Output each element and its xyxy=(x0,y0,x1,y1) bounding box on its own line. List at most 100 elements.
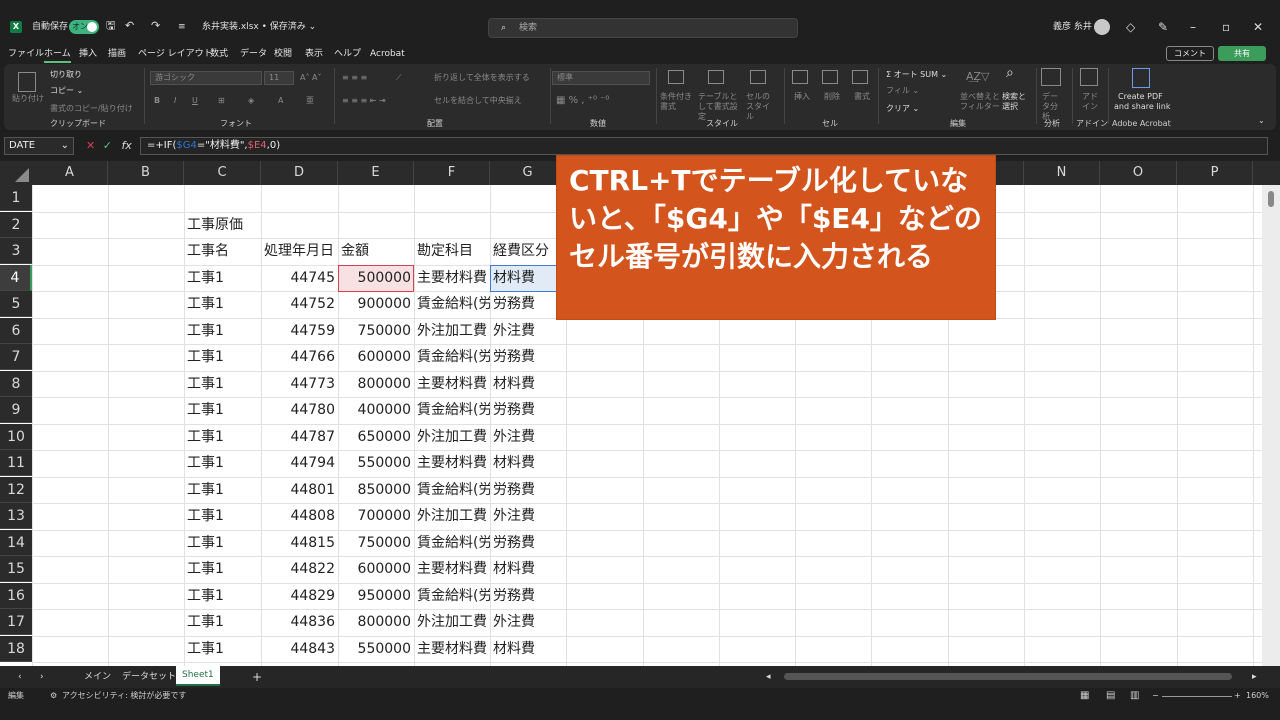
create-pdf-line1[interactable]: Create PDF xyxy=(1118,92,1163,102)
cell-amount[interactable]: 700000 xyxy=(338,503,414,529)
cell-amount[interactable]: 650000 xyxy=(338,424,414,450)
cell-project[interactable]: 工事1 xyxy=(184,556,261,582)
cancel-icon[interactable]: ✕ xyxy=(86,139,95,152)
cell-amount[interactable]: 900000 xyxy=(338,291,414,317)
cell-amount[interactable]: 750000 xyxy=(338,318,414,344)
cell-amount[interactable]: 550000 xyxy=(338,636,414,662)
number-format-icons[interactable]: ▦ % , ⁺⁰ ⁻⁰ xyxy=(556,96,609,106)
cell-account[interactable]: 主要材料費 xyxy=(414,636,490,662)
format-cells-button[interactable]: 書式 xyxy=(854,92,870,102)
cell-project[interactable]: 工事1 xyxy=(184,265,261,291)
find-select-button[interactable]: 検索と選択 xyxy=(1002,92,1032,112)
font-color-icon[interactable]: A xyxy=(278,96,283,106)
row-header-3[interactable]: 3 xyxy=(0,238,32,264)
pen-icon[interactable]: ✎ xyxy=(1158,19,1168,35)
orientation-icon[interactable]: ⟋ xyxy=(396,73,402,83)
search-box[interactable]: ⌕ 検索 xyxy=(488,18,798,38)
cell-category[interactable]: 外注費 xyxy=(490,503,566,529)
cell-account[interactable]: 外注加工費 xyxy=(414,503,490,529)
row-header-14[interactable]: 14 xyxy=(0,529,32,556)
row-header-7[interactable]: 7 xyxy=(0,344,32,370)
bold-icon[interactable]: B xyxy=(154,96,160,106)
cell-date[interactable]: 44759 xyxy=(261,318,338,344)
cell-styles-icon[interactable] xyxy=(750,70,766,84)
column-header-o[interactable]: O xyxy=(1100,161,1177,185)
column-header-c[interactable]: C xyxy=(184,161,261,185)
insert-function-icon[interactable]: fx xyxy=(121,139,131,152)
header-cell[interactable]: 処理年月日 xyxy=(261,238,338,264)
file-name[interactable]: 糸井実装.xlsx • 保存済み ⌄ xyxy=(202,20,316,34)
cell-category[interactable]: 労務費 xyxy=(490,530,566,556)
format-painter-button[interactable]: 書式のコピー/貼り付け xyxy=(50,104,133,114)
border-icon[interactable]: ⊞ xyxy=(218,96,225,106)
cell-project[interactable]: 工事1 xyxy=(184,503,261,529)
close-icon[interactable]: ✕ xyxy=(1253,19,1263,35)
cell-date[interactable]: 44794 xyxy=(261,450,338,476)
cell-account[interactable]: 外注加工費 xyxy=(414,609,490,635)
cell-project[interactable]: 工事1 xyxy=(184,530,261,556)
cell-account[interactable]: 賃金給料(労 xyxy=(414,344,490,370)
normal-view-icon[interactable]: ▦ xyxy=(1080,690,1089,702)
cell-account[interactable]: 賃金給料(労 xyxy=(414,477,490,503)
zoom-level[interactable]: 160% xyxy=(1246,690,1269,702)
number-format-select[interactable]: 標準 xyxy=(552,71,650,85)
cell-account[interactable]: 外注加工費 xyxy=(414,424,490,450)
row-header-5[interactable]: 5 xyxy=(0,291,32,317)
scrollbar-thumb[interactable] xyxy=(1268,191,1274,207)
cell-category[interactable]: 材料費 xyxy=(490,371,566,397)
cell-amount[interactable]: 500000 xyxy=(338,265,414,291)
clear-button[interactable]: クリア ⌄ xyxy=(886,104,919,114)
cell-date[interactable]: 44766 xyxy=(261,344,338,370)
cell-account[interactable]: 外注加工費 xyxy=(414,318,490,344)
wrap-text-button[interactable]: 折り返して全体を表示する xyxy=(434,73,530,83)
cell-date[interactable]: 44780 xyxy=(261,397,338,423)
cell-date[interactable]: 44745 xyxy=(261,265,338,291)
menu-insert[interactable]: 挿入 xyxy=(79,48,97,60)
cell-account[interactable]: 主要材料費 xyxy=(414,371,490,397)
addins-button[interactable]: アドイン xyxy=(1082,92,1100,112)
cell-account[interactable]: 賃金給料(労 xyxy=(414,291,490,317)
fill-button[interactable]: フィル ⌄ xyxy=(886,86,919,96)
column-header-d[interactable]: D xyxy=(261,161,338,185)
cell-amount[interactable]: 950000 xyxy=(338,583,414,609)
hscroll-right-icon[interactable]: ▸ xyxy=(1252,669,1257,685)
cell-date[interactable]: 44815 xyxy=(261,530,338,556)
row-header-13[interactable]: 13 xyxy=(0,503,32,529)
cell-project[interactable]: 工事1 xyxy=(184,424,261,450)
autosum-button[interactable]: Σ オート SUM ⌄ xyxy=(886,70,947,80)
row-header-2[interactable]: 2 xyxy=(0,211,32,238)
row-header-9[interactable]: 9 xyxy=(0,397,32,423)
delete-cells-button[interactable]: 削除 xyxy=(824,92,840,102)
paste-button[interactable]: 貼り付け xyxy=(12,94,44,104)
cell-amount[interactable]: 800000 xyxy=(338,609,414,635)
minimize-icon[interactable]: – xyxy=(1190,19,1196,35)
formula-input[interactable]: =+IF($G4="材料費",$E4,0) xyxy=(140,137,1268,155)
cell-amount[interactable]: 750000 xyxy=(338,530,414,556)
italic-icon[interactable]: I xyxy=(174,96,176,106)
diamond-icon[interactable]: ◇ xyxy=(1126,19,1135,35)
tab-scroll-right-icon[interactable]: › xyxy=(40,669,44,685)
cell-amount[interactable]: 600000 xyxy=(338,344,414,370)
format-table-icon[interactable] xyxy=(708,70,724,84)
cell-project[interactable]: 工事1 xyxy=(184,291,261,317)
page-layout-view-icon[interactable]: ▤ xyxy=(1106,690,1115,702)
cell-amount[interactable]: 850000 xyxy=(338,477,414,503)
quick-access-menu-icon[interactable]: ≡ xyxy=(178,20,186,34)
column-header-n[interactable]: N xyxy=(1024,161,1100,185)
cell-date[interactable]: 44801 xyxy=(261,477,338,503)
cell-category[interactable]: 材料費 xyxy=(490,556,566,582)
page-break-view-icon[interactable]: ▥ xyxy=(1130,690,1139,702)
cell-category[interactable]: 外注費 xyxy=(490,609,566,635)
menu-formulas[interactable]: 数式 xyxy=(210,48,228,60)
cell-category[interactable]: 外注費 xyxy=(490,424,566,450)
user-name[interactable]: 義彦 糸井 xyxy=(1053,20,1092,34)
cell-category[interactable]: 労務費 xyxy=(490,583,566,609)
font-name-select[interactable]: 游ゴシック xyxy=(150,71,262,85)
cell-date[interactable]: 44787 xyxy=(261,424,338,450)
row-header-15[interactable]: 15 xyxy=(0,556,32,582)
format-table-button[interactable]: テーブルとして書式設定 xyxy=(698,92,742,122)
cell-category[interactable]: 材料費 xyxy=(490,450,566,476)
zoom-slider[interactable] xyxy=(1162,696,1232,697)
row-header-17[interactable]: 17 xyxy=(0,609,32,635)
sort-filter-icon[interactable]: A͢Z▽ xyxy=(966,71,990,82)
